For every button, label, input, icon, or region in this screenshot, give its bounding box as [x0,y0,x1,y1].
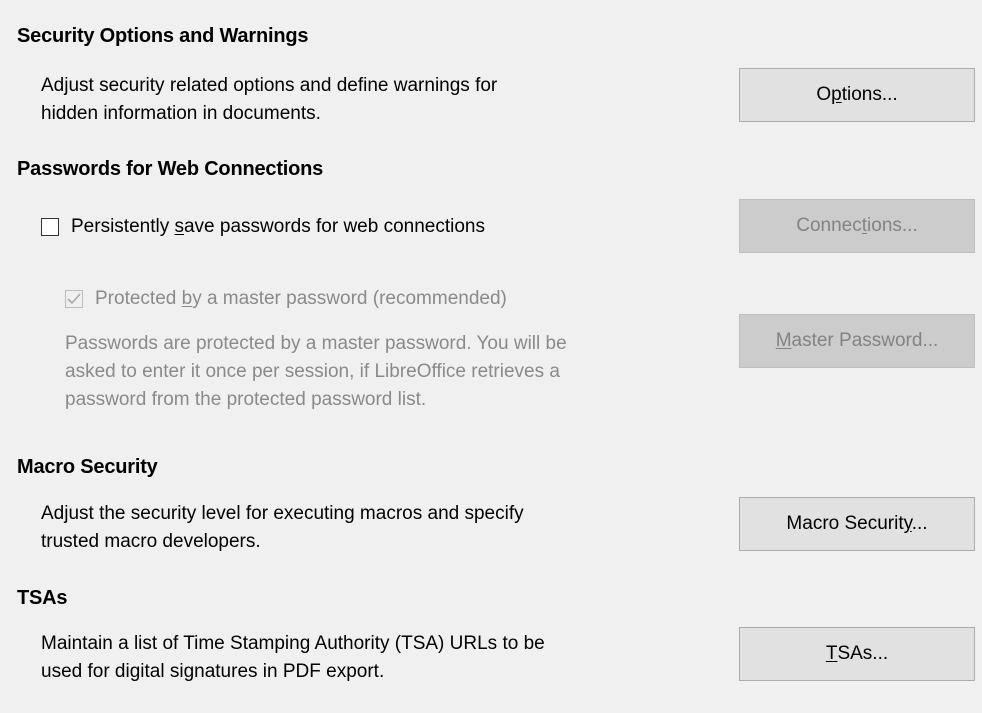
tsas-button-label: TSAs... [825,643,889,664]
master-password-label: Protected by a master password (recommen… [95,288,507,309]
macro-security-button[interactable]: Macro Security... [739,497,975,551]
checkmark-icon [67,293,81,305]
master-password-button[interactable]: Master Password... [739,314,975,368]
macro-security-button-label: Macro Security... [786,513,928,534]
master-password-option[interactable]: Protected by a master password (recommen… [65,288,507,310]
options-button[interactable]: Options... [739,68,975,122]
tsas-description: Maintain a list of Time Stamping Authori… [41,633,545,682]
persist-passwords-label: Persistently save passwords for web conn… [71,216,485,237]
master-password-button-label: Master Password... [775,330,939,351]
section-heading-security-options: Security Options and Warnings [17,25,309,47]
options-button-label: Options... [816,84,898,105]
security-options-description: Adjust security related options and defi… [41,75,498,124]
section-heading-web-passwords: Passwords for Web Connections [17,158,324,180]
connections-button[interactable]: Connections... [739,199,975,253]
section-heading-macro-security: Macro Security [17,456,158,478]
master-password-description: Passwords are protected by a master pass… [65,333,567,410]
section-heading-tsas: TSAs [17,587,68,609]
persist-passwords-option[interactable]: Persistently save passwords for web conn… [41,216,485,238]
macro-security-description: Adjust the security level for executing … [41,503,524,552]
tsas-button[interactable]: TSAs... [739,627,975,681]
persist-passwords-checkbox[interactable] [41,218,59,236]
master-password-checkbox[interactable] [65,290,83,308]
connections-button-label: Connections... [796,215,918,236]
